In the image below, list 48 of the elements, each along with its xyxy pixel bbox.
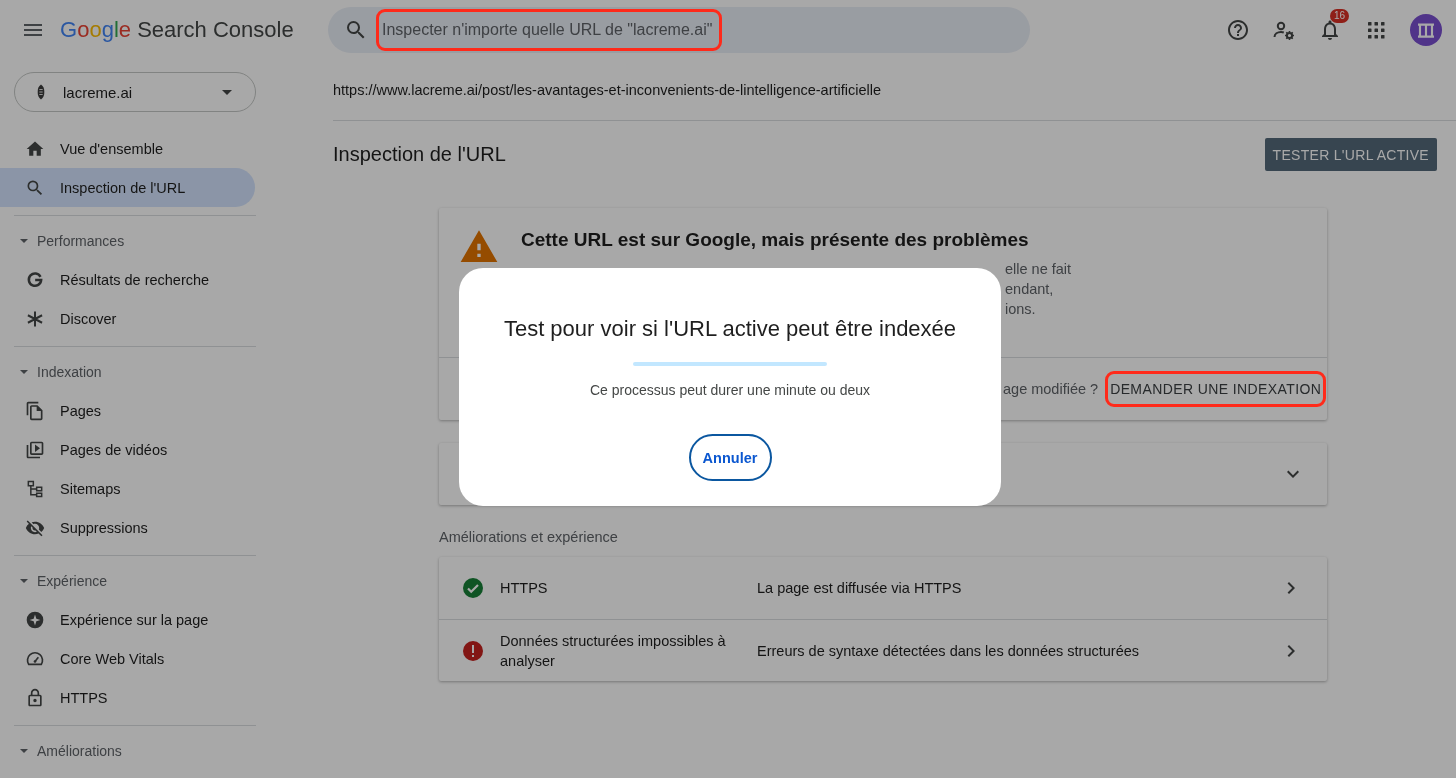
product-logo[interactable]: Google Search Console	[60, 17, 294, 43]
request-indexing-button[interactable]: DEMANDER UNE INDEXATION	[1108, 374, 1324, 404]
notification-count: 16	[1330, 9, 1350, 23]
enhancement-name: HTTPS	[500, 579, 549, 598]
g-letter-icon	[25, 269, 45, 290]
nav-item[interactable]: Pages de vidéos	[0, 430, 255, 469]
error-icon	[461, 638, 485, 663]
section-title: Améliorations et expérience	[439, 529, 619, 547]
section-header[interactable]: Indexation	[14, 359, 256, 385]
sitemap-icon	[25, 478, 45, 499]
status-description: endant,	[1005, 280, 1055, 299]
section-header[interactable]: Améliorations	[14, 738, 256, 764]
nav-item[interactable]: Sitemaps	[0, 469, 255, 508]
dialog-title: Test pour voir si l'URL active peut être indexée	[503, 316, 957, 342]
request-prompt: age modifiée ?	[1003, 381, 1099, 397]
enhancement-row[interactable]: HTTPS La page est diffusée via HTTPS	[439, 557, 1327, 619]
dropdown-caret-icon	[222, 89, 232, 95]
page-title: Inspection de l'URL	[333, 143, 506, 166]
enhancement-detail: Erreurs de syntaxe détectées dans les données structurées	[757, 642, 1141, 659]
status-title: Cette URL est sur Google, mais présente des problèmes	[521, 229, 1030, 251]
nav-item[interactable]: Pages	[0, 391, 255, 430]
cancel-button[interactable]: Annuler	[688, 434, 772, 481]
enhancement-name: Données structurées impossibles à analyser	[500, 631, 727, 671]
section-header[interactable]: Performances	[14, 228, 256, 254]
dialog-message: Ce processus peut durer une minute ou deux	[589, 382, 871, 398]
section-header[interactable]: Expérience	[14, 568, 256, 594]
nav-item[interactable]: Inspection de l'URL	[0, 168, 255, 207]
test-live-url-button[interactable]: TESTER L'URL ACTIVE	[1264, 138, 1437, 171]
avatar-icon[interactable]	[1410, 14, 1442, 46]
nav-item[interactable]: Core Web Vitals	[0, 639, 255, 678]
check-circle-icon	[461, 576, 485, 600]
lock-icon	[25, 687, 45, 708]
help-icon[interactable]	[1226, 18, 1250, 42]
nav-item[interactable]: Expérience sur la page	[0, 600, 255, 639]
status-description: ions.	[1005, 300, 1037, 319]
search-field[interactable]: Inspecter n'importe quelle URL de "lacreme.ai"	[328, 7, 1030, 53]
enhancement-detail: La page est diffusée via HTTPS	[757, 580, 963, 596]
inspected-url: https://www.lacreme.ai/post/les-avantages-et-inconvenients-de-lintelligence-artificielle	[333, 82, 882, 98]
enhancement-row[interactable]: Données structurées impossibles à analyser Erreurs de syntaxe détectées dans les données structurées	[439, 619, 1327, 681]
nav-item[interactable]: Résultats de recherche	[0, 260, 255, 299]
pages-icon	[25, 400, 45, 421]
nav-item[interactable]: HTTPS	[0, 678, 255, 717]
nav-item[interactable]: Vue d'ensemble	[0, 129, 255, 168]
status-description: elle ne fait	[1005, 260, 1072, 279]
star-badge-icon	[25, 609, 45, 630]
video-page-icon	[25, 439, 45, 460]
nav-item[interactable]: Discover	[0, 299, 255, 338]
nav-item[interactable]: Suppressions	[0, 508, 255, 547]
